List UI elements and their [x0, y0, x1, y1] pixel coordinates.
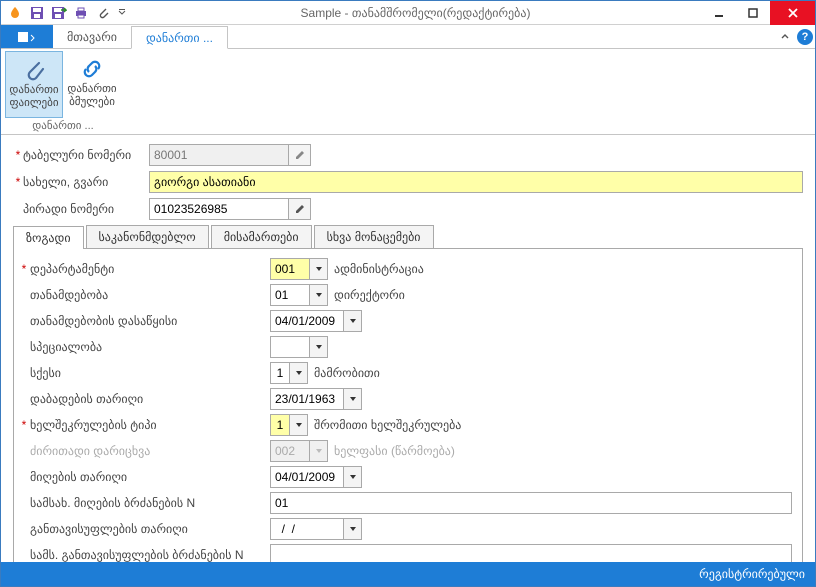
input-main-accrual-code — [270, 440, 310, 462]
dropdown-contract-type[interactable] — [290, 414, 308, 436]
ribbon-btn-label: დანართი ბმულები — [63, 83, 121, 108]
save-close-icon[interactable] — [49, 3, 69, 23]
inner-tab-legislative[interactable]: საკანონმდებლო — [86, 225, 209, 248]
dropdown-department[interactable] — [310, 258, 328, 280]
attach-icon[interactable] — [93, 3, 113, 23]
input-name[interactable] — [149, 171, 803, 193]
edit-personal-id-button[interactable] — [289, 198, 311, 220]
label-sex: სქესი — [30, 366, 270, 380]
dropdown-position[interactable] — [310, 284, 328, 306]
required-marker: * — [18, 418, 30, 432]
text-sex-name: მამრობითი — [314, 366, 380, 380]
required-marker: * — [18, 262, 30, 276]
label-main-accrual: ძირითადი დარიცხვა — [30, 444, 270, 458]
label-department: დეპარტამენტი — [30, 262, 270, 276]
label-position: თანამდებობა — [30, 288, 270, 302]
ribbon-tab-main[interactable]: მთავარი — [53, 25, 131, 48]
link-icon — [76, 55, 108, 83]
status-text: რეგისტრირებული — [699, 567, 805, 581]
dropdown-sex[interactable] — [290, 362, 308, 384]
label-position-start: თანამდებობის დასაწყისი — [30, 314, 270, 328]
ribbon-btn-attach-files[interactable]: დანართი ფაილები — [5, 51, 63, 118]
label-birth: დაბადების თარიღი — [30, 392, 270, 406]
label-contract-type: ხელშეკრულების ტიპი — [30, 418, 270, 432]
input-personal-id[interactable] — [149, 198, 289, 220]
minimize-button[interactable] — [702, 1, 736, 25]
input-birth[interactable] — [270, 388, 344, 410]
input-position-code[interactable] — [270, 284, 310, 306]
save-icon[interactable] — [27, 3, 47, 23]
input-position-start[interactable] — [270, 310, 344, 332]
label-release-order: სამს. განთავისუფლების ბრძანების N — [30, 548, 270, 562]
inner-tab-general[interactable]: ზოგადი — [13, 226, 84, 249]
label-tab-number: ტაბელური ნომერი — [23, 148, 149, 162]
paperclip-icon — [18, 56, 50, 84]
label-hire-date: მიღების თარიღი — [30, 470, 270, 484]
text-main-accrual-name: ხელფასი (წარმოება) — [334, 444, 455, 458]
label-personal-id: პირადი ნომერი — [23, 202, 149, 216]
print-icon[interactable] — [71, 3, 91, 23]
dropdown-main-accrual — [310, 440, 328, 462]
ribbon-tab-addon[interactable]: დანართი ... — [131, 26, 228, 49]
text-contract-type-name: შრომითი ხელშეკრულება — [314, 418, 461, 432]
label-speciality: სპეციალობა — [30, 340, 270, 354]
dropdown-hire-date[interactable] — [344, 466, 362, 488]
input-contract-type-code[interactable] — [270, 414, 290, 436]
text-department-name: ადმინისტრაცია — [334, 262, 424, 276]
required-marker: * — [13, 175, 23, 189]
input-tab-number — [149, 144, 289, 166]
ribbon-btn-label: დანართი ფაილები — [6, 84, 62, 109]
help-icon: ? — [797, 29, 813, 45]
qat-dropdown-icon[interactable] — [115, 3, 129, 23]
label-name: სახელი, გვარი — [23, 175, 149, 189]
maximize-button[interactable] — [736, 1, 770, 25]
input-sex-code[interactable] — [270, 362, 290, 384]
ribbon-collapse-button[interactable] — [775, 25, 795, 48]
close-button[interactable] — [770, 1, 815, 25]
dropdown-birth[interactable] — [344, 388, 362, 410]
text-position-name: დირექტორი — [334, 288, 405, 302]
inner-tab-addresses[interactable]: მისამართები — [211, 225, 312, 248]
edit-tab-number-button[interactable] — [289, 144, 311, 166]
ribbon-group-label: დანართი ... — [5, 118, 121, 134]
app-icon — [5, 3, 25, 23]
input-release-date[interactable] — [270, 518, 344, 540]
input-speciality[interactable] — [270, 336, 310, 358]
input-department-code[interactable] — [270, 258, 310, 280]
input-hire-date[interactable] — [270, 466, 344, 488]
input-release-order[interactable] — [270, 544, 792, 562]
ribbon-btn-attach-links[interactable]: დანართი ბმულები — [63, 51, 121, 118]
input-hire-order[interactable] — [270, 492, 792, 514]
dropdown-release-date[interactable] — [344, 518, 362, 540]
required-marker: * — [13, 148, 23, 162]
inner-tab-other[interactable]: სხვა მონაცემები — [314, 225, 434, 248]
help-button[interactable]: ? — [795, 25, 815, 48]
window-title: Sample - თანამშრომელი(რედაქტირება) — [129, 6, 702, 20]
app-menu-button[interactable] — [1, 25, 53, 48]
dropdown-speciality[interactable] — [310, 336, 328, 358]
label-release-date: განთავისუფლების თარიღი — [30, 522, 270, 536]
dropdown-position-start[interactable] — [344, 310, 362, 332]
label-hire-order: სამსახ. მიღების ბრძანების N — [30, 496, 270, 510]
